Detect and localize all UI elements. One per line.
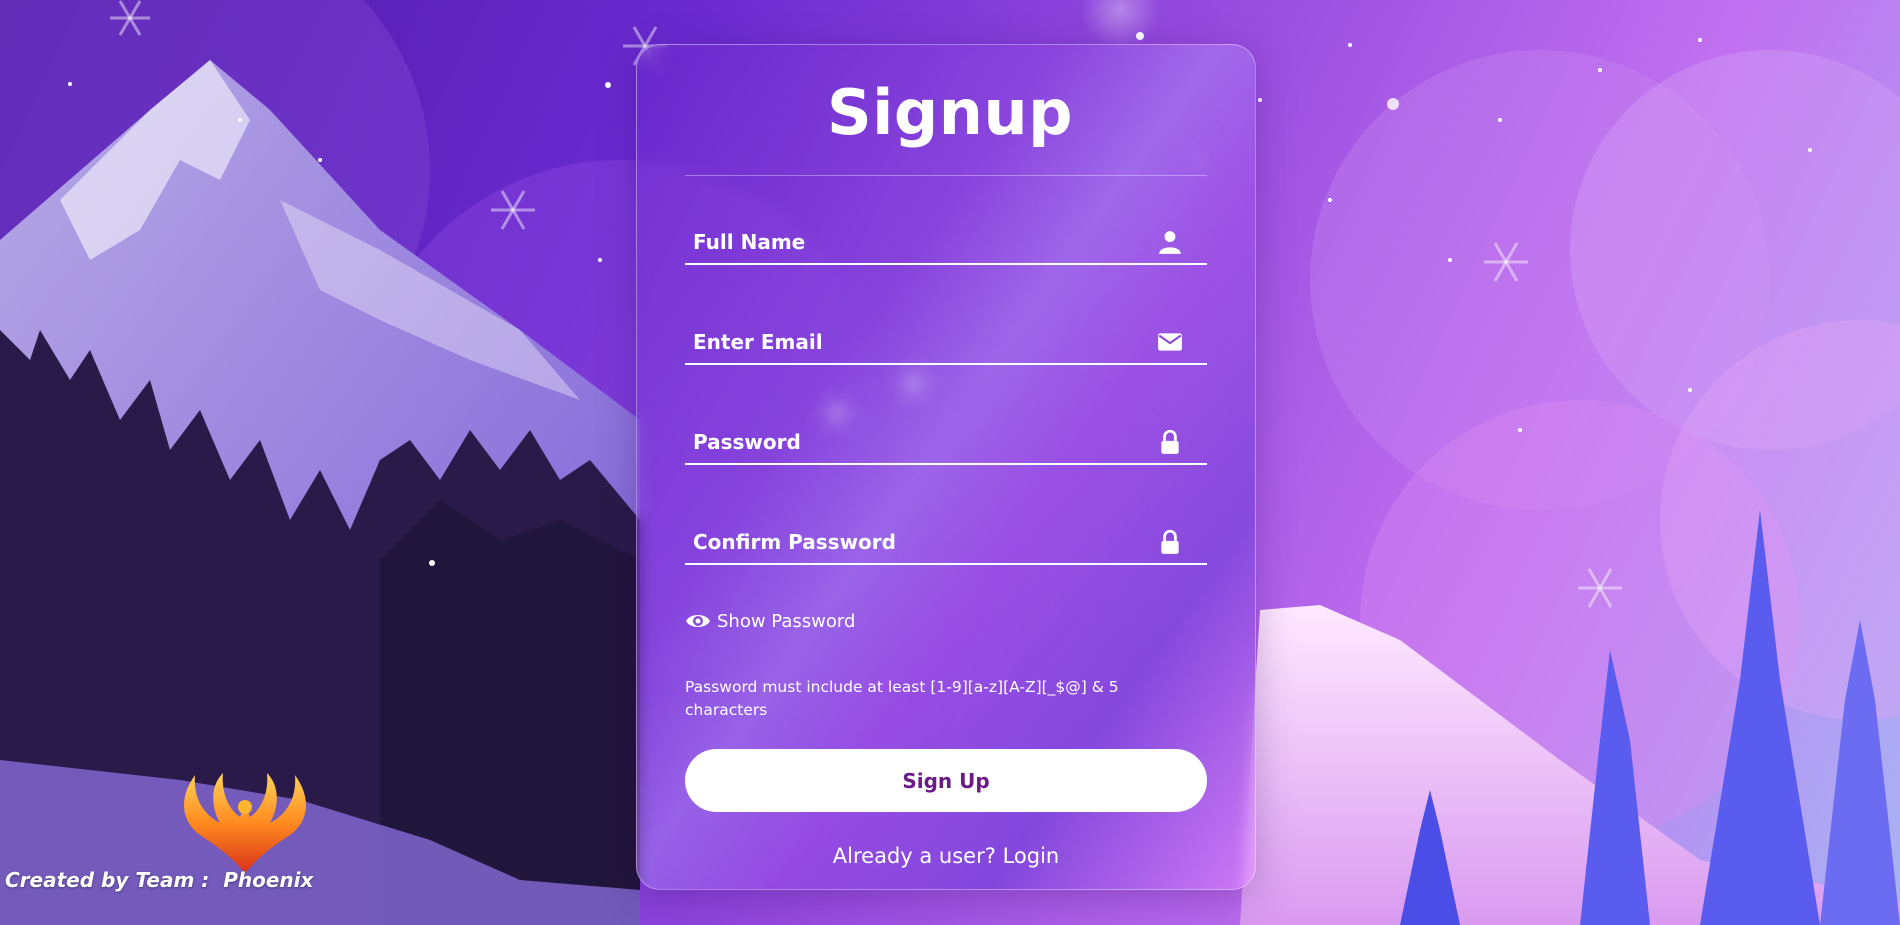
team-credit: Created by Team : Phoenix	[5, 868, 313, 892]
full-name-input[interactable]	[691, 221, 1135, 263]
password-hint: Password must include at least [1-9][a-z…	[685, 678, 1119, 719]
password-field	[685, 421, 1207, 465]
title-divider	[685, 175, 1207, 176]
email-field	[685, 321, 1207, 365]
confirm-password-field	[685, 521, 1207, 565]
confirm-password-input[interactable]	[691, 521, 1135, 563]
phoenix-logo	[184, 773, 306, 873]
envelope-icon	[1158, 333, 1182, 351]
lock-icon	[1161, 429, 1179, 454]
password-input[interactable]	[691, 421, 1135, 463]
page-title: Signup	[827, 76, 1073, 149]
team-name: Phoenix	[223, 868, 314, 892]
signup-page: Signup Full Name Enter Email Show Passwo…	[0, 0, 1900, 925]
login-link[interactable]: Login	[1003, 844, 1060, 868]
sign-up-button[interactable]: Sign Up	[685, 749, 1207, 812]
show-password-toggle[interactable]: Show Password	[685, 610, 855, 632]
eye-icon	[686, 615, 710, 627]
lock-icon	[1161, 529, 1179, 554]
login-prompt: Already a user? Login	[636, 844, 1256, 868]
user-icon	[1159, 231, 1181, 254]
show-password-label: Show Password	[717, 610, 856, 632]
email-input[interactable]	[691, 321, 1135, 363]
credit-prefix: Created by Team :	[5, 868, 210, 892]
login-prompt-text: Already a user?	[832, 844, 996, 868]
full-name-field	[685, 221, 1207, 265]
